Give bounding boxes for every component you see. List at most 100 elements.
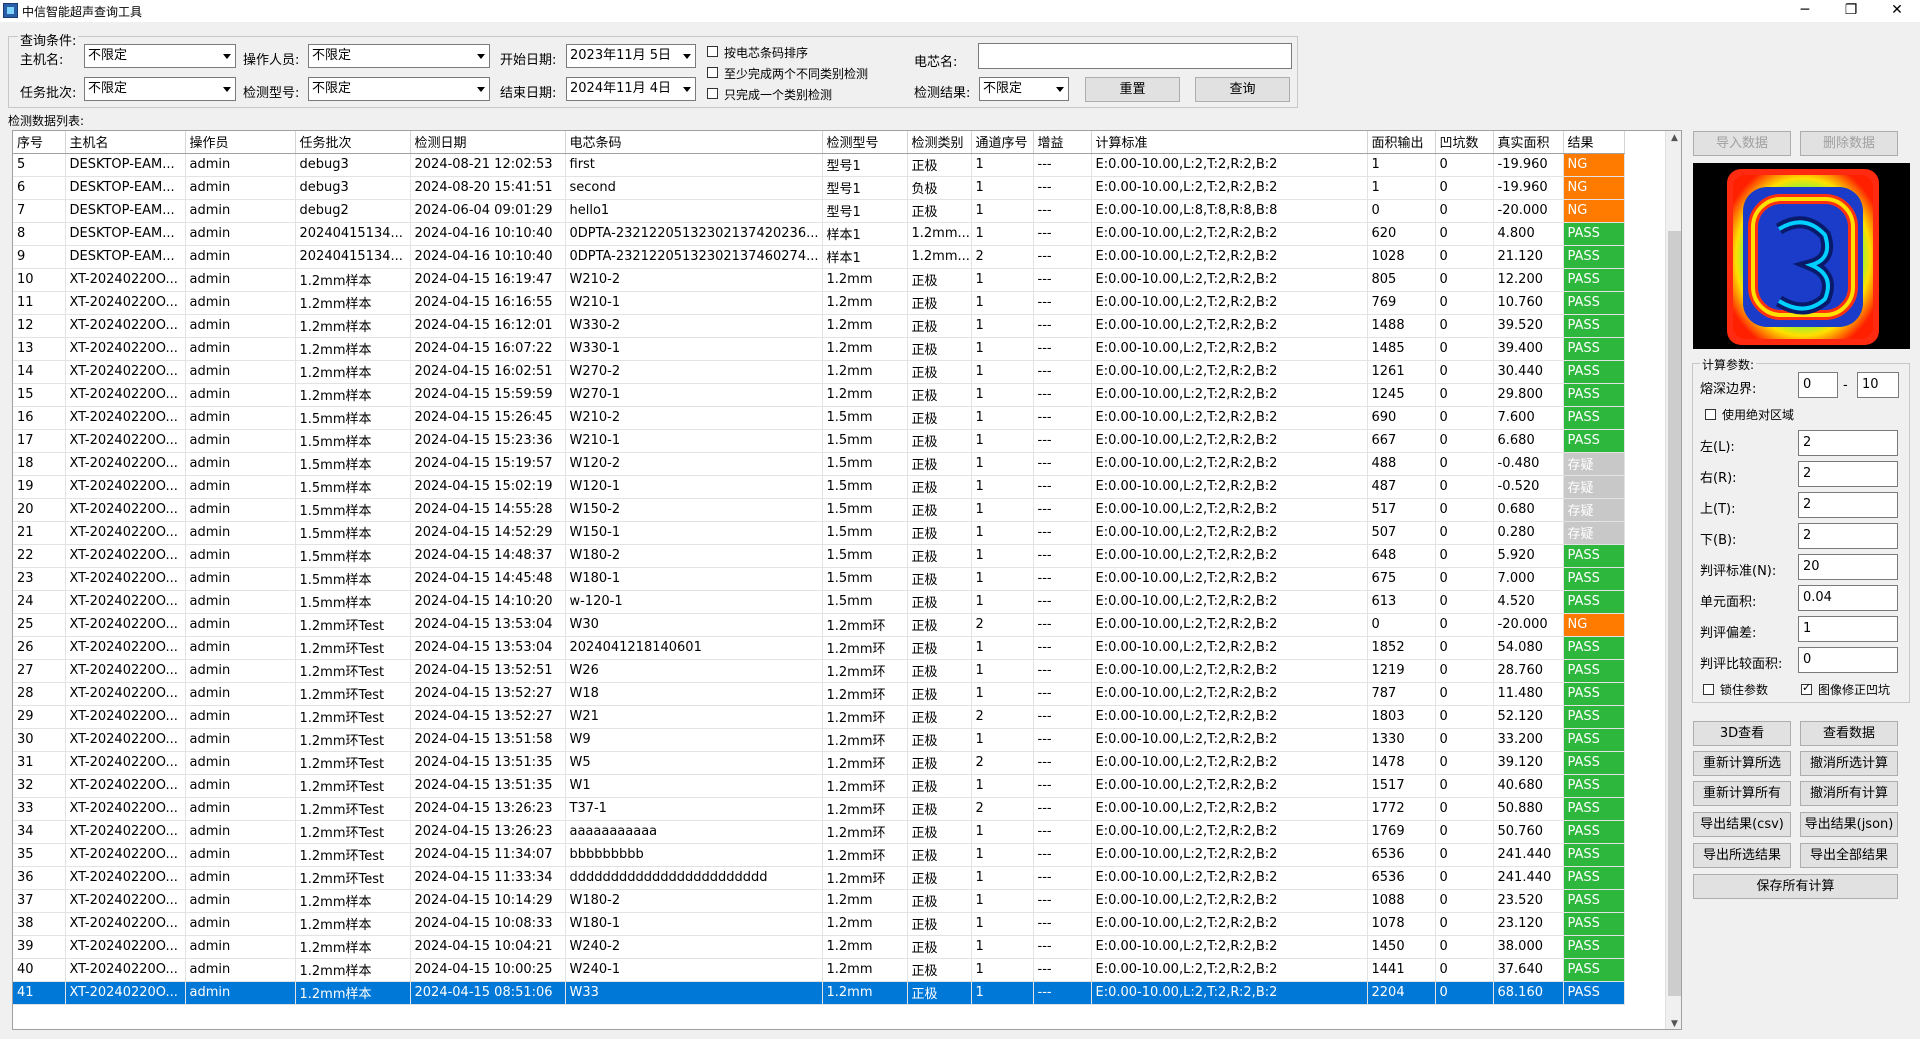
reset-button[interactable]: 重置 [1085, 77, 1180, 102]
export-selected-button[interactable]: 导出所选结果 [1693, 843, 1791, 868]
recalc-all-button[interactable]: 重新计算所有 [1693, 781, 1791, 806]
table-row[interactable]: 12 XT-20240220O... admin 1.2mm样本 2024-04-15 … [13, 314, 1625, 338]
column-header[interactable]: 电芯条码 [565, 131, 823, 154]
column-header[interactable]: 增益 [1033, 131, 1092, 154]
std-input[interactable]: 20 [1798, 554, 1898, 580]
table-row[interactable]: 8 DESKTOP-EAM... admin 20240415134... 2024-0… [13, 222, 1625, 246]
table-row[interactable]: 17 XT-20240220O... admin 1.5mm样本 2024-04-15 … [13, 429, 1625, 453]
vertical-scrollbar[interactable]: ▲ ▼ [1665, 131, 1681, 1029]
table-row[interactable]: 20 XT-20240220O... admin 1.5mm样本 2024-04-15 … [13, 498, 1625, 522]
maximize-button[interactable]: ❐ [1828, 0, 1874, 22]
data-grid[interactable]: 序号 主机名 操作员 任务批次 检测日期 电芯条码 检测型号 检测类别 通道序号 增益 计算标准 面积… [12, 130, 1682, 1030]
start-date-picker[interactable]: 2023年11月 5日 [566, 44, 696, 68]
column-header[interactable]: 通道序号 [971, 131, 1034, 154]
table-row[interactable]: 27 XT-20240220O... admin 1.2mm环Test 2024-04-… [13, 659, 1625, 683]
bottom-input[interactable]: 2 [1798, 523, 1898, 549]
table-row[interactable]: 39 XT-20240220O... admin 1.2mm样本 2024-04-15 … [13, 935, 1625, 959]
host-combo[interactable]: 不限定 [84, 44, 236, 68]
table-row[interactable]: 16 XT-20240220O... admin 1.5mm样本 2024-04-15 … [13, 406, 1625, 430]
delete-data-button[interactable]: 删除数据 [1800, 131, 1898, 156]
scroll-up-icon[interactable]: ▲ [1671, 133, 1678, 143]
end-date-picker[interactable]: 2024年11月 4日 [566, 77, 696, 101]
table-cell: 0 [1435, 222, 1494, 246]
table-row[interactable]: 11 XT-20240220O... admin 1.2mm样本 2024-04-15 … [13, 291, 1625, 315]
undo-selected-button[interactable]: 撤消所选计算 [1800, 751, 1898, 776]
view-data-button[interactable]: 查看数据 [1800, 721, 1898, 746]
table-row[interactable]: 30 XT-20240220O... admin 1.2mm环Test 2024-04-… [13, 728, 1625, 752]
abs-region-checkbox[interactable] [1705, 409, 1716, 420]
table-row[interactable]: 14 XT-20240220O... admin 1.2mm样本 2024-04-15 … [13, 360, 1625, 384]
import-data-button[interactable]: 导入数据 [1693, 131, 1791, 156]
compare-area-input[interactable]: 0 [1798, 647, 1898, 673]
table-row[interactable]: 13 XT-20240220O... admin 1.2mm样本 2024-04-15 … [13, 337, 1625, 361]
table-row[interactable]: 5 DESKTOP-EAM... admin debug3 2024-08-21 12:… [13, 153, 1625, 177]
view-3d-button[interactable]: 3D查看 [1693, 721, 1791, 746]
model-combo[interactable]: 不限定 [308, 77, 490, 101]
table-row[interactable]: 6 DESKTOP-EAM... admin debug3 2024-08-20 15:… [13, 176, 1625, 200]
table-row[interactable]: 31 XT-20240220O... admin 1.2mm环Test 2024-04-… [13, 751, 1625, 775]
table-row[interactable]: 21 XT-20240220O... admin 1.5mm样本 2024-04-15 … [13, 521, 1625, 545]
operator-combo[interactable]: 不限定 [308, 44, 490, 68]
table-row[interactable]: 33 XT-20240220O... admin 1.2mm环Test 2024-04-… [13, 797, 1625, 821]
recalc-selected-button[interactable]: 重新计算所选 [1693, 751, 1791, 776]
table-row[interactable]: 25 XT-20240220O... admin 1.2mm环Test 2024-04-… [13, 613, 1625, 637]
deviation-input[interactable]: 1 [1798, 616, 1898, 642]
cell-name-input[interactable] [978, 43, 1292, 69]
table-row[interactable]: 23 XT-20240220O... admin 1.5mm样本 2024-04-15 … [13, 567, 1625, 591]
depth-min-input[interactable]: 0 [1798, 372, 1838, 398]
table-row[interactable]: 22 XT-20240220O... admin 1.5mm样本 2024-04-15 … [13, 544, 1625, 568]
table-row[interactable]: 24 XT-20240220O... admin 1.5mm样本 2024-04-15 … [13, 590, 1625, 614]
save-all-button[interactable]: 保存所有计算 [1693, 874, 1898, 899]
table-row[interactable]: 40 XT-20240220O... admin 1.2mm样本 2024-04-15 … [13, 958, 1625, 982]
lock-params-checkbox[interactable] [1703, 684, 1714, 695]
column-header[interactable]: 真实面积 [1493, 131, 1564, 154]
table-row[interactable]: 28 XT-20240220O... admin 1.2mm环Test 2024-04-… [13, 682, 1625, 706]
table-row[interactable]: 35 XT-20240220O... admin 1.2mm环Test 2024-04-… [13, 843, 1625, 867]
scroll-down-icon[interactable]: ▼ [1671, 1019, 1678, 1029]
undo-all-button[interactable]: 撤消所有计算 [1800, 781, 1898, 806]
minimize-button[interactable]: ─ [1782, 0, 1828, 22]
table-row[interactable]: 15 XT-20240220O... admin 1.2mm样本 2024-04-15 … [13, 383, 1625, 407]
export-all-button[interactable]: 导出全部结果 [1800, 843, 1898, 868]
column-header[interactable]: 检测类别 [907, 131, 972, 154]
table-row[interactable]: 26 XT-20240220O... admin 1.2mm环Test 2024-04-… [13, 636, 1625, 660]
left-input[interactable]: 2 [1798, 430, 1898, 456]
table-row[interactable]: 7 DESKTOP-EAM... admin debug2 2024-06-04 09:… [13, 199, 1625, 223]
scrollbar-thumb[interactable] [1668, 231, 1681, 996]
close-button[interactable]: ✕ [1874, 0, 1920, 22]
table-row[interactable]: 34 XT-20240220O... admin 1.2mm环Test 2024-04-… [13, 820, 1625, 844]
export-json-button[interactable]: 导出结果(json) [1800, 812, 1898, 837]
table-row[interactable]: 10 XT-20240220O... admin 1.2mm样本 2024-04-15 … [13, 268, 1625, 292]
right-input[interactable]: 2 [1798, 461, 1898, 487]
one-category-checkbox[interactable] [707, 88, 718, 99]
column-header[interactable]: 凹坑数 [1435, 131, 1494, 154]
column-header[interactable]: 序号 [13, 131, 66, 154]
batch-combo[interactable]: 不限定 [84, 77, 236, 101]
top-input[interactable]: 2 [1798, 492, 1898, 518]
table-row[interactable]: 37 XT-20240220O... admin 1.2mm样本 2024-04-15 … [13, 889, 1625, 913]
table-row[interactable]: 36 XT-20240220O... admin 1.2mm环Test 2024-04-… [13, 866, 1625, 890]
column-header[interactable]: 面积输出 [1367, 131, 1436, 154]
result-combo[interactable]: 不限定 [979, 77, 1069, 101]
table-row[interactable]: 18 XT-20240220O... admin 1.5mm样本 2024-04-15 … [13, 452, 1625, 476]
column-header[interactable]: 检测型号 [822, 131, 908, 154]
table-row[interactable]: 38 XT-20240220O... admin 1.2mm样本 2024-04-15 … [13, 912, 1625, 936]
table-row[interactable]: 32 XT-20240220O... admin 1.2mm环Test 2024-04-… [13, 774, 1625, 798]
table-row[interactable]: 19 XT-20240220O... admin 1.5mm样本 2024-04-15 … [13, 475, 1625, 499]
unit-area-input[interactable]: 0.04 [1798, 585, 1898, 611]
table-row[interactable]: 41 XT-20240220O... admin 1.2mm样本 2024-04-15 … [13, 981, 1625, 1005]
column-header[interactable]: 操作员 [185, 131, 296, 154]
table-row[interactable]: 9 DESKTOP-EAM... admin 20240415134... 2024-0… [13, 245, 1625, 269]
two-categories-checkbox[interactable] [707, 67, 718, 78]
export-csv-button[interactable]: 导出结果(csv) [1693, 812, 1791, 837]
column-header[interactable]: 计算标准 [1091, 131, 1368, 154]
table-row[interactable]: 29 XT-20240220O... admin 1.2mm环Test 2024-04-… [13, 705, 1625, 729]
fix-pits-checkbox[interactable] [1801, 681, 1812, 695]
column-header[interactable]: 主机名 [65, 131, 186, 154]
sort-by-barcode-checkbox[interactable] [707, 46, 718, 57]
query-button[interactable]: 查询 [1195, 77, 1290, 102]
column-header[interactable]: 检测日期 [410, 131, 566, 154]
column-header[interactable]: 任务批次 [295, 131, 411, 154]
column-header[interactable]: 结果 [1563, 131, 1625, 154]
depth-max-input[interactable]: 10 [1857, 372, 1899, 398]
